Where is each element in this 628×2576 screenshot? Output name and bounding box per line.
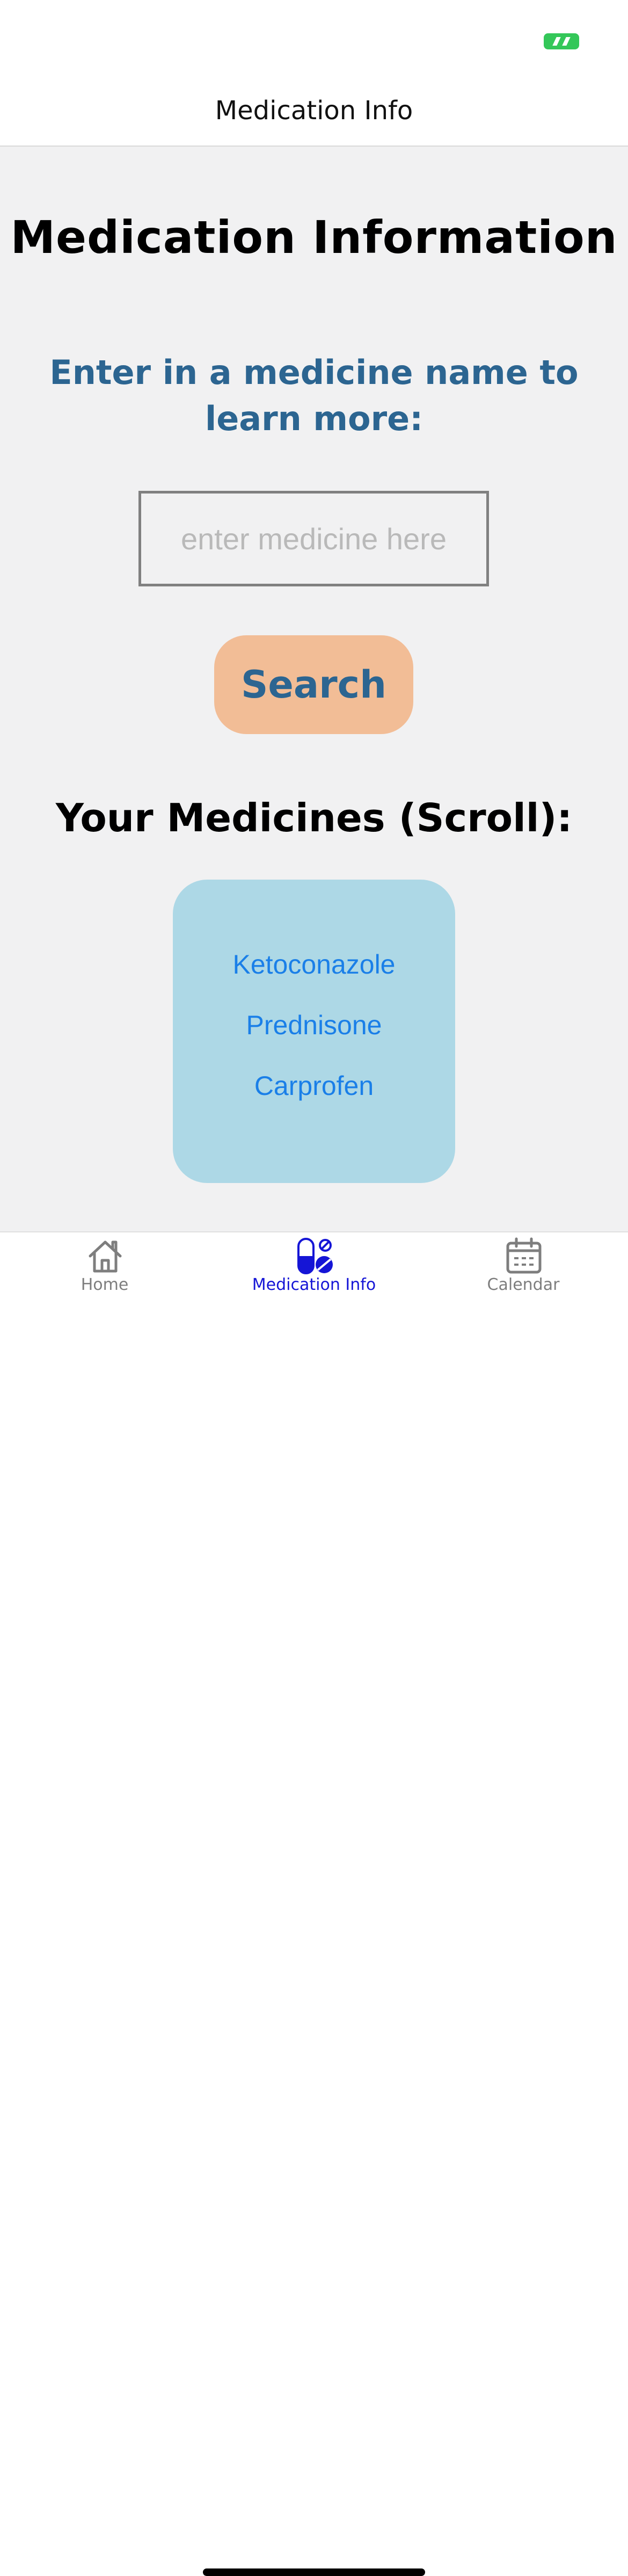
medicine-item-prednisone[interactable]: Prednisone bbox=[173, 1009, 455, 1070]
pills-icon bbox=[297, 1238, 333, 1274]
main-content[interactable]: Medication Information Enter in a medici… bbox=[0, 147, 628, 1232]
navigation-header: Medication Info bbox=[0, 75, 628, 147]
battery-icon bbox=[544, 33, 579, 49]
page-title: Medication Information bbox=[10, 211, 618, 264]
nav-title: Medication Info bbox=[215, 96, 413, 126]
instructions-text: Enter in a medicine name to learn more: bbox=[49, 353, 579, 438]
medicine-item-ketoconazole[interactable]: Ketoconazole bbox=[173, 948, 455, 1009]
home-indicator[interactable] bbox=[203, 2568, 425, 2576]
tab-medication-info-label: Medication Info bbox=[252, 1275, 376, 1294]
tab-home[interactable]: Home bbox=[0, 1232, 209, 1308]
status-bar bbox=[0, 0, 628, 75]
your-medicines-heading: Your Medicines (Scroll): bbox=[55, 795, 573, 840]
tab-calendar-label: Calendar bbox=[487, 1275, 560, 1294]
search-button[interactable]: Search bbox=[214, 635, 413, 734]
home-icon bbox=[89, 1240, 122, 1273]
medicine-list[interactable]: Ketoconazole Prednisone Carprofen bbox=[173, 880, 455, 1183]
tab-medication-info[interactable]: Medication Info bbox=[209, 1232, 419, 1308]
tab-bar: Home Medication Info Calendar bbox=[0, 1231, 628, 2576]
calendar-icon bbox=[506, 1237, 542, 1274]
tab-calendar[interactable]: Calendar bbox=[419, 1232, 628, 1308]
medicine-search-input[interactable] bbox=[138, 491, 489, 586]
medicine-item-carprofen[interactable]: Carprofen bbox=[173, 1070, 455, 1130]
tab-home-label: Home bbox=[81, 1275, 129, 1294]
